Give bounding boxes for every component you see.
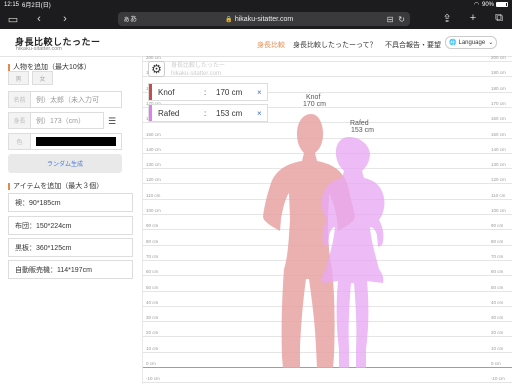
person-label-knof-height: 170 cm <box>303 101 326 108</box>
person-chip-rafed-name: Rafed <box>158 108 180 118</box>
name-label: 名前 <box>9 92 31 107</box>
share-icon[interactable]: ⇪ <box>438 12 456 25</box>
lock-icon: 🔒 <box>225 16 233 23</box>
item-futon[interactable]: 布団：150*224cm <box>8 216 133 235</box>
person-chip-knof-height: 170 cm <box>216 87 243 97</box>
random-generate-button[interactable]: ランダム生成 <box>8 154 122 173</box>
globe-icon: 🌐 <box>449 40 457 46</box>
reader-icon[interactable]: ⊟ <box>387 15 394 24</box>
list-icon[interactable]: ☰ <box>108 116 116 127</box>
height-input[interactable]: 例）173（cm） <box>31 113 103 128</box>
remove-knof-close-icon[interactable]: × <box>257 88 267 97</box>
person-chip-knof-name: Knof <box>158 87 175 97</box>
item-vending-machine[interactable]: 自動販売機：114*197cm <box>8 260 133 279</box>
language-select[interactable]: 🌐 Language ⌄ <box>445 36 497 49</box>
person-chip-rafed-height: 153 cm <box>216 108 243 118</box>
person-label-rafed-name: Rafed <box>350 120 369 127</box>
status-bar: 12:15 6月2日(日) ◠ 90% <box>0 0 512 9</box>
battery-icon <box>496 2 508 7</box>
text-size-button[interactable]: ぁあ <box>123 14 137 24</box>
color-label: 色 <box>9 134 31 149</box>
sidebar-toggle-icon[interactable]: ▭ <box>4 13 22 26</box>
chart-watermark: 身長比較したったー hikaku-sitatter.com <box>171 63 226 77</box>
person-label-knof: Knof 170 cm <box>303 94 326 108</box>
item-blackboard[interactable]: 黒板：360*125cm <box>8 238 133 257</box>
height-label: 身長 <box>9 113 31 128</box>
status-date: 6月2日(日) <box>22 3 51 9</box>
site-header: 身長比較したったー hikaku-sitatter.com 身長比較 身長比較し… <box>0 29 512 57</box>
language-label: Language <box>458 39 486 46</box>
gender-female-button[interactable]: 女 <box>32 71 53 85</box>
tabs-overview-icon[interactable]: ⧉ <box>490 12 508 25</box>
new-tab-icon[interactable]: + <box>464 12 482 25</box>
person-chip-rafed[interactable]: Rafed : 153 cm × <box>148 104 268 122</box>
nav-bug-report[interactable]: 不具合報告・要望 <box>385 40 441 50</box>
status-time: 12:15 <box>4 1 20 8</box>
site-logo-sub: hikaku-sitatter.com <box>16 46 62 52</box>
battery-percent: 90% <box>481 1 494 8</box>
browser-toolbar: ▭ ‹ › ぁあ 🔒 hikaku-sitatter.com ⊟ ↻ ⇪ + ⧉ <box>0 9 512 29</box>
chevron-down-icon: ⌄ <box>488 40 494 46</box>
person-label-knof-name: Knof <box>306 94 321 101</box>
remove-rafed-close-icon[interactable]: × <box>257 109 267 118</box>
name-field: 名前 例）太郎（未入力可 <box>8 91 122 108</box>
person-chip-knof[interactable]: Knof : 170 cm × <box>148 83 268 101</box>
height-chart: 200 cm200 cm190 cm190 cm180 cm180 cm170 … <box>142 55 512 384</box>
back-icon[interactable]: ‹ <box>30 13 48 25</box>
address-bar[interactable]: ぁあ 🔒 hikaku-sitatter.com ⊟ ↻ <box>118 12 410 26</box>
person-label-rafed: Rafed 153 cm <box>350 120 374 134</box>
nav-about[interactable]: 身長比較したったーって？ <box>293 40 377 50</box>
settings-gear-icon[interactable]: ⚙ <box>148 61 165 77</box>
forward-icon[interactable]: › <box>56 13 74 25</box>
name-input[interactable]: 例）太郎（未入力可 <box>31 92 121 107</box>
reload-icon[interactable]: ↻ <box>398 15 405 24</box>
item-fusuma[interactable]: 襖：90*185cm <box>8 193 133 212</box>
color-field: 色 <box>8 133 122 150</box>
color-picker[interactable] <box>36 137 116 146</box>
url-text: hikaku-sitatter.com <box>234 15 294 23</box>
gender-male-button[interactable]: 男 <box>8 71 29 85</box>
wifi-icon: ◠ <box>473 2 479 8</box>
person-label-rafed-height: 153 cm <box>351 127 374 134</box>
add-item-title: アイテムを追加（最大３個） <box>8 181 103 191</box>
nav-height-compare[interactable]: 身長比較 <box>257 40 285 50</box>
height-field: 身長 例）173（cm） <box>8 112 104 129</box>
